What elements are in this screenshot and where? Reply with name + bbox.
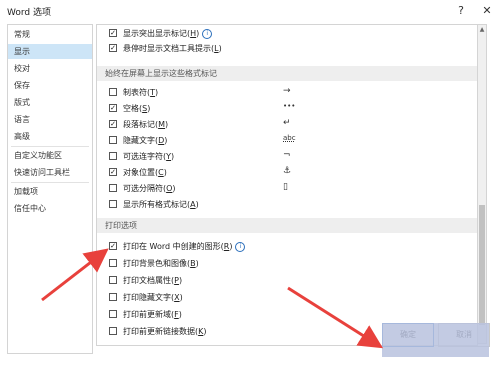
- checkbox-unchecked[interactable]: [109, 152, 117, 160]
- sidebar-item-general[interactable]: 常规: [8, 27, 92, 42]
- info-icon[interactable]: i: [202, 29, 213, 39]
- checkbox-unchecked[interactable]: [109, 184, 117, 192]
- title-bar: Word 选项 ? ✕: [0, 0, 500, 22]
- optional-hyphen-mark-icon: ¬: [283, 150, 291, 160]
- info-icon[interactable]: i: [235, 242, 246, 252]
- option-row-object-anchors[interactable]: ✓ 对象位置(C) ⚓: [109, 166, 469, 180]
- optional-break-mark-icon: ▯: [283, 182, 288, 192]
- option-row-update-fields[interactable]: 打印前更新域(F): [109, 308, 469, 322]
- vertical-scrollbar[interactable]: ▲: [477, 24, 487, 344]
- sidebar-item-quick-access-toolbar[interactable]: 快速访问工具栏: [8, 165, 92, 180]
- anchor-icon: ⚓: [283, 166, 292, 176]
- scroll-thumb[interactable]: [479, 205, 485, 325]
- option-row-spaces[interactable]: ✓ 空格(S) •••: [109, 102, 469, 116]
- checkbox-unchecked[interactable]: [109, 276, 117, 284]
- sidebar-item-customize-ribbon[interactable]: 自定义功能区: [8, 148, 92, 163]
- option-row-hidden-text[interactable]: 隐藏文字(D) abc: [109, 134, 469, 148]
- checkbox-unchecked[interactable]: [109, 327, 117, 335]
- display-options-panel: ✓ 显示突出显示标记(H) i ✓ 悬停时显示文档工具提示(L) 始终在屏幕上显示…: [96, 24, 478, 346]
- sidebar-item-trust-center[interactable]: 信任中心: [8, 201, 92, 216]
- checkbox-checked[interactable]: ✓: [109, 242, 117, 250]
- option-row-hover-tooltips[interactable]: ✓ 悬停时显示文档工具提示(L): [109, 42, 469, 56]
- option-row-paragraph-marks[interactable]: ✓ 段落标记(M) ↵: [109, 118, 469, 132]
- checkbox-checked[interactable]: ✓: [109, 44, 117, 52]
- sidebar-item-proofing[interactable]: 校对: [8, 61, 92, 76]
- checkbox-checked[interactable]: ✓: [109, 104, 117, 112]
- checkbox-unchecked[interactable]: [109, 136, 117, 144]
- option-row-print-drawings[interactable]: ✓ 打印在 Word 中创建的图形(R) i: [109, 240, 469, 254]
- option-row-print-hidden-text[interactable]: 打印隐藏文字(X): [109, 291, 469, 305]
- window-title: Word 选项: [7, 8, 51, 18]
- checkbox-checked[interactable]: ✓: [109, 168, 117, 176]
- paragraph-mark-icon: ↵: [283, 118, 291, 128]
- checkbox-unchecked[interactable]: [109, 310, 117, 318]
- sidebar-divider: [11, 182, 89, 183]
- sidebar-item-advanced[interactable]: 高级: [8, 129, 92, 144]
- options-sidebar: 常规 显示 校对 保存 版式 语言 高级 自定义功能区 快速访问工具栏 加载项 …: [7, 24, 93, 354]
- section-header-print-options: 打印选项: [97, 218, 477, 233]
- sidebar-item-layout[interactable]: 版式: [8, 95, 92, 110]
- option-row-tab-characters[interactable]: 制表符(T) →: [109, 86, 469, 100]
- option-row-highlighter-marks[interactable]: ✓ 显示突出显示标记(H) i: [109, 27, 469, 41]
- checkbox-unchecked[interactable]: [109, 293, 117, 301]
- hidden-text-mark-icon: abc: [283, 134, 296, 142]
- scroll-up-icon[interactable]: ▲: [478, 25, 486, 34]
- checkbox-unchecked[interactable]: [109, 88, 117, 96]
- sidebar-item-save[interactable]: 保存: [8, 78, 92, 93]
- checkbox-checked[interactable]: ✓: [109, 29, 117, 37]
- option-row-print-properties[interactable]: 打印文档属性(P): [109, 274, 469, 288]
- option-row-optional-hyphens[interactable]: 可选连字符(Y) ¬: [109, 150, 469, 164]
- sidebar-item-add-ins[interactable]: 加载项: [8, 184, 92, 199]
- checkbox-unchecked[interactable]: [109, 200, 117, 208]
- sidebar-divider: [11, 146, 89, 147]
- option-row-print-background[interactable]: 打印背景色和图像(B): [109, 257, 469, 271]
- checkbox-unchecked[interactable]: [109, 259, 117, 267]
- option-row-show-all-marks[interactable]: 显示所有格式标记(A): [109, 198, 469, 212]
- sidebar-item-language[interactable]: 语言: [8, 112, 92, 127]
- option-row-optional-breaks[interactable]: 可选分隔符(O) ▯: [109, 182, 469, 196]
- section-header-formatting-marks: 始终在屏幕上显示这些格式标记: [97, 66, 477, 81]
- highlight-overlay: [382, 323, 489, 357]
- checkbox-checked[interactable]: ✓: [109, 120, 117, 128]
- space-mark-icon: •••: [283, 102, 296, 110]
- close-button[interactable]: ✕: [478, 2, 496, 19]
- help-button[interactable]: ?: [452, 2, 470, 19]
- tab-mark-icon: →: [283, 86, 291, 96]
- sidebar-item-display[interactable]: 显示: [8, 44, 92, 59]
